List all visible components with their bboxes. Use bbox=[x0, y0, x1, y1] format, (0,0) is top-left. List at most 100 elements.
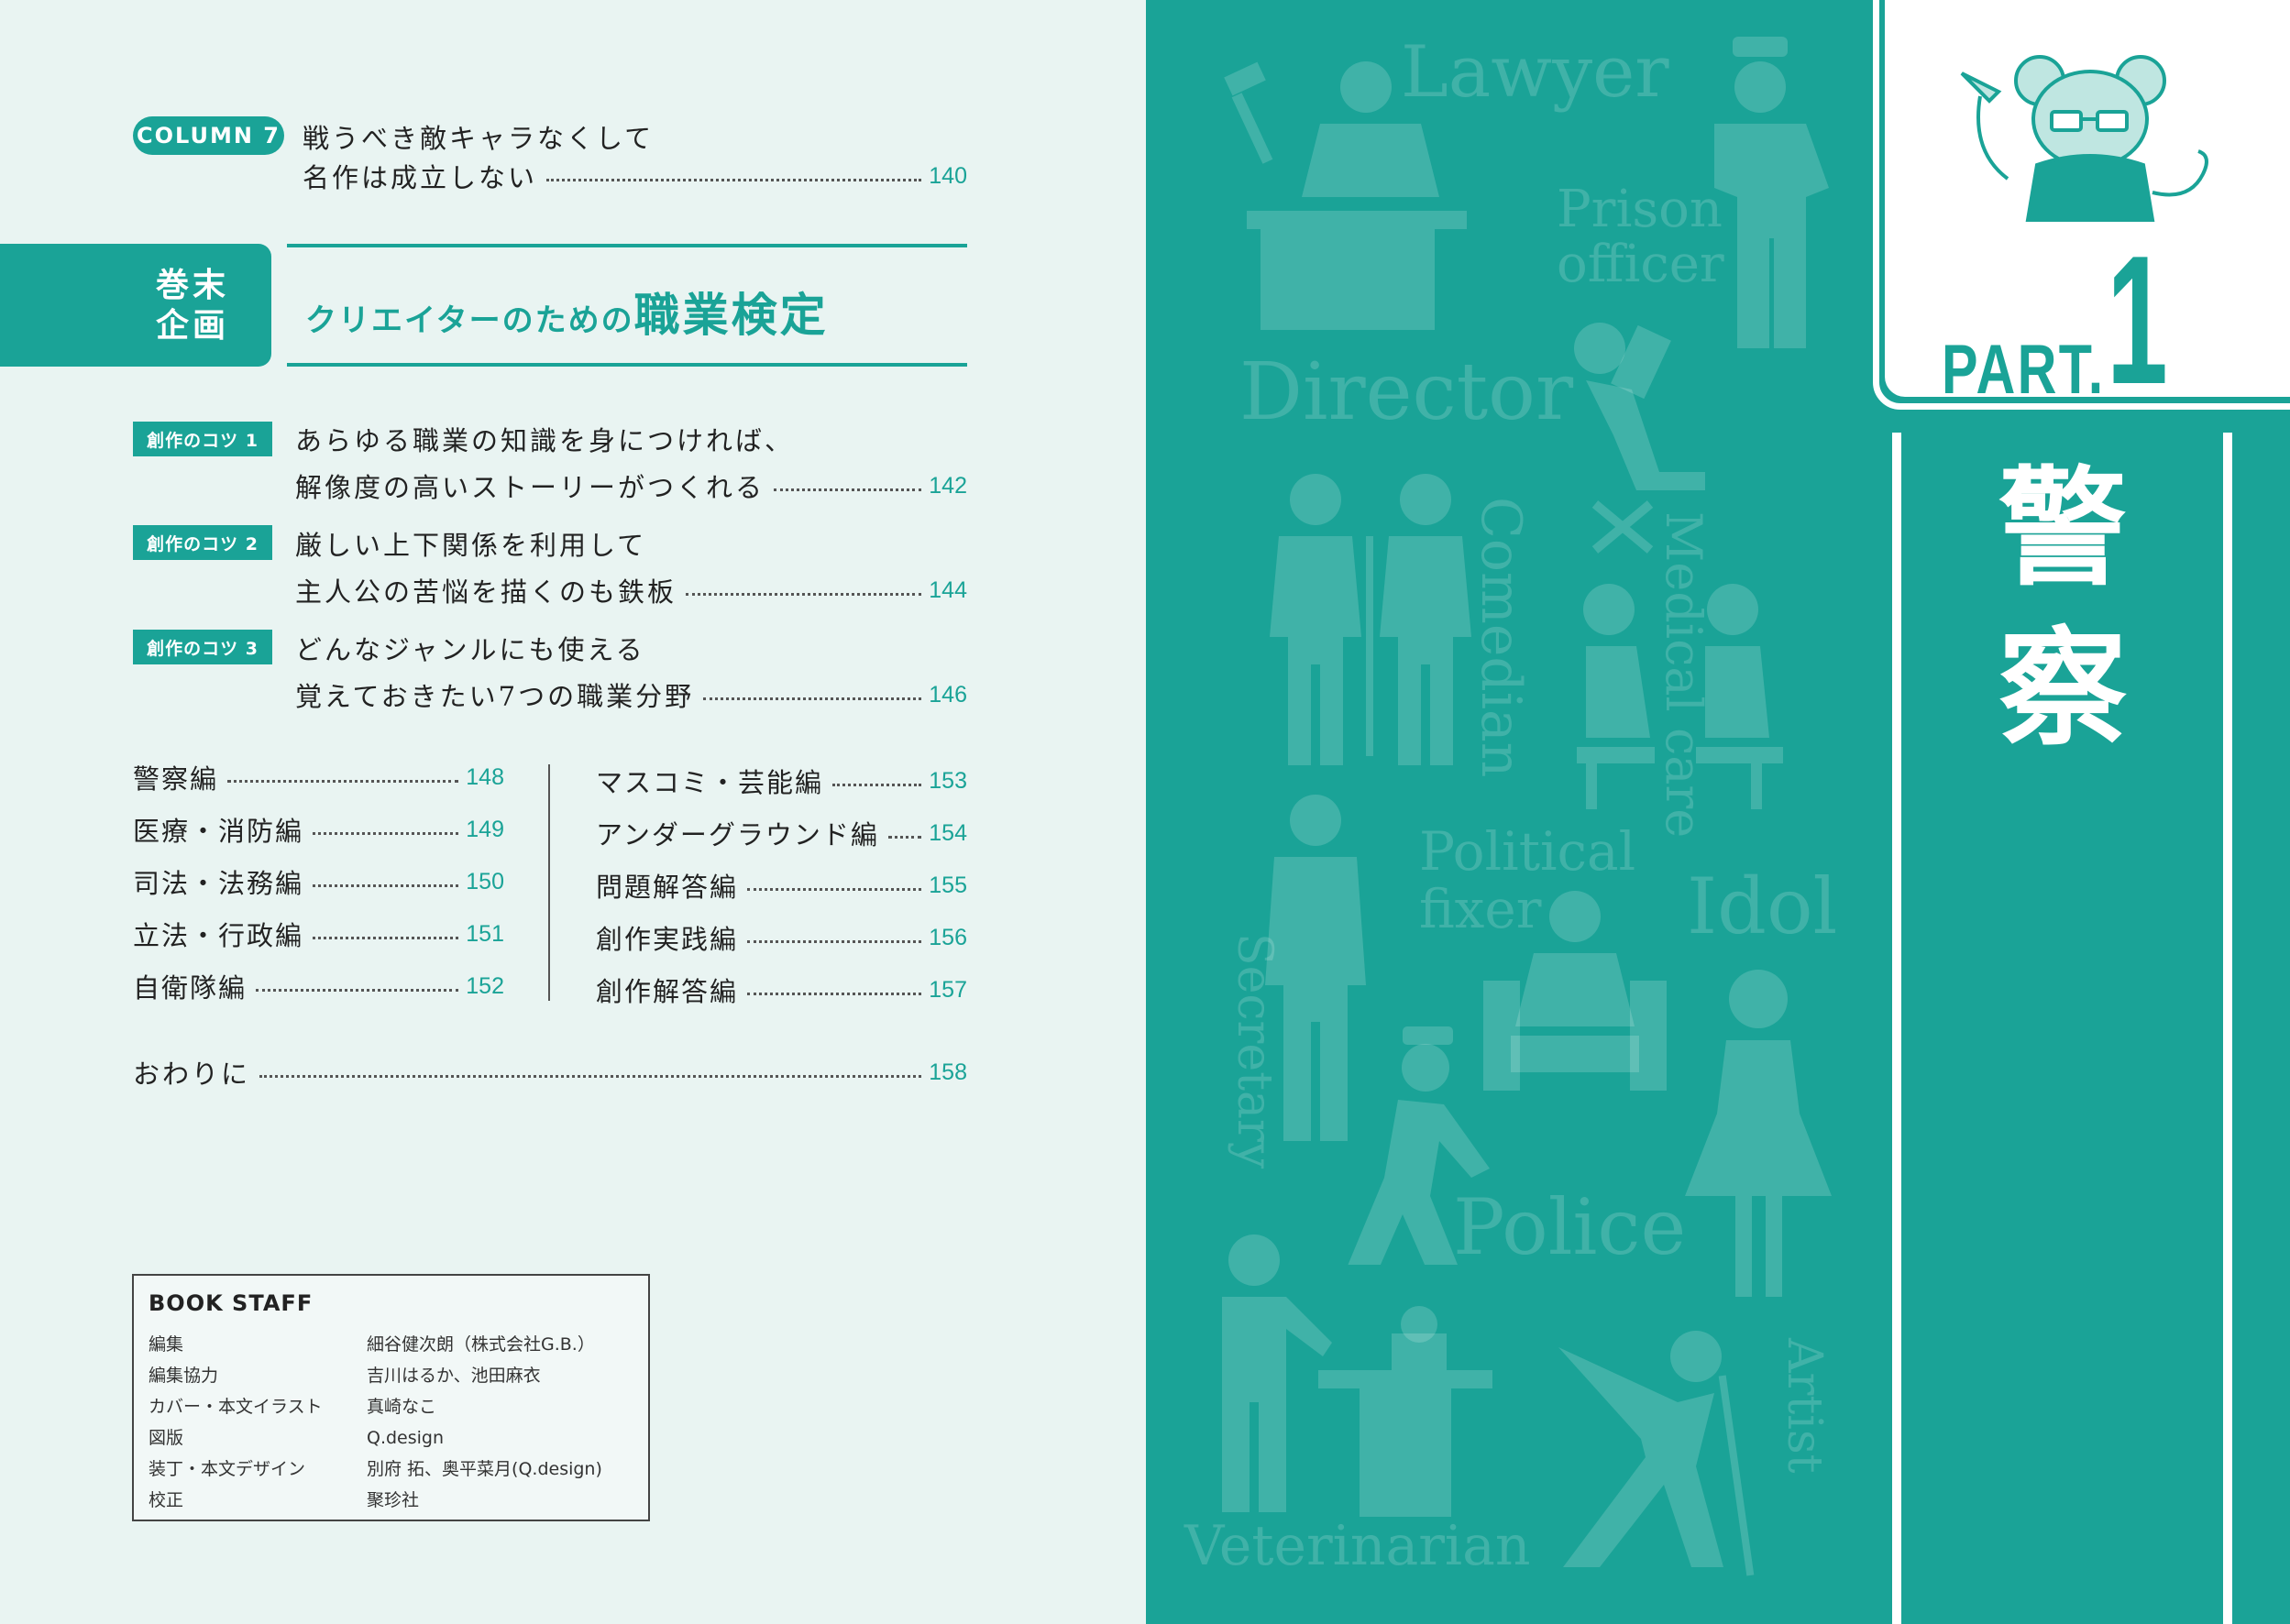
leader-dots bbox=[703, 697, 922, 700]
idol-pictogram-icon bbox=[1685, 962, 1832, 1301]
comedian-duo-pictogram-icon bbox=[1261, 472, 1481, 765]
afterword-label: おわりに bbox=[133, 1059, 251, 1090]
bg-word-director: Director bbox=[1239, 346, 1574, 438]
staff-name: 真崎なこ bbox=[367, 1397, 437, 1417]
veterinarian-pictogram-icon bbox=[1208, 1233, 1502, 1517]
staff-name: 別府 拓、奥平菜月(Q.design) bbox=[367, 1459, 602, 1479]
toc-entry-chapter[interactable]: 自衛隊編 152 bbox=[133, 968, 504, 1004]
toc-entry-afterword[interactable]: おわりに 158 bbox=[133, 1054, 967, 1091]
chapter-label: 司法・法務編 bbox=[133, 868, 304, 899]
page-number: 156 bbox=[929, 924, 967, 950]
page-number: 155 bbox=[929, 872, 967, 898]
page-number: 154 bbox=[929, 819, 967, 846]
tip-badge-1: 創作のコツ 1 bbox=[133, 422, 272, 456]
leader-dots bbox=[686, 592, 922, 596]
staff-row: 校正 聚珍社 bbox=[149, 1487, 419, 1511]
appendix-label-line2: 企画 bbox=[155, 307, 229, 345]
staff-name: 聚珍社 bbox=[367, 1490, 420, 1510]
leader-dots bbox=[313, 883, 459, 887]
tip-2-line2: 主人公の苦悩を描くのも鉄板 bbox=[295, 576, 677, 608]
tip-2-line1: 厳しい上下関係を利用して bbox=[295, 530, 647, 561]
chapter-label: 創作実践編 bbox=[596, 924, 739, 955]
page-number: 158 bbox=[929, 1059, 967, 1085]
toc-entry-column7[interactable]: 名作は成立しない 140 bbox=[303, 158, 967, 194]
staff-role: カバー・本文イラスト bbox=[149, 1397, 323, 1417]
part-title: 警 察 bbox=[1989, 449, 2136, 770]
staff-name: 細谷健次朗（株式会社G.B.） bbox=[367, 1334, 595, 1355]
page-number: 140 bbox=[929, 162, 967, 189]
chapter-label: 問題解答編 bbox=[596, 872, 739, 903]
staff-row: 編集協力 吉川はるか、池田麻衣 bbox=[149, 1362, 541, 1387]
appendix-label-line1: 巻末 bbox=[155, 267, 229, 304]
page-number: 142 bbox=[929, 472, 967, 499]
page-number: 151 bbox=[466, 920, 504, 947]
page-number: 148 bbox=[466, 763, 504, 790]
chapter-label: 自衛隊編 bbox=[133, 972, 248, 1004]
page-number: 152 bbox=[466, 972, 504, 999]
page-number: 153 bbox=[929, 767, 967, 794]
part-title-char: 察 bbox=[1998, 614, 2127, 764]
column-title-line2: 名作は成立しない bbox=[303, 162, 538, 193]
title-stripe-left bbox=[1892, 433, 1901, 1624]
tip-1-line2: 解像度の高いストーリーがつくれる bbox=[295, 472, 765, 503]
toc-entry-chapter[interactable]: アンダーグラウンド編 154 bbox=[596, 815, 967, 851]
page-number: 157 bbox=[929, 976, 967, 1003]
political-fixer-pictogram-icon bbox=[1483, 889, 1667, 1100]
bg-word-political: Political bbox=[1419, 820, 1636, 883]
column-divider bbox=[548, 764, 550, 1001]
page-number: 144 bbox=[929, 576, 967, 603]
column-badge: COLUMN 7 bbox=[133, 116, 284, 155]
staff-name: Q.design bbox=[367, 1428, 445, 1448]
leader-dots bbox=[313, 831, 459, 835]
tip-1-line1: あらゆる職業の知識を身につければ、 bbox=[295, 425, 795, 456]
chapter-label: マスコミ・芸能編 bbox=[596, 767, 824, 798]
leader-dots bbox=[887, 835, 922, 839]
toc-entry-chapter[interactable]: 司法・法務編 150 bbox=[133, 863, 504, 900]
staff-role: 装丁・本文デザイン bbox=[149, 1459, 306, 1479]
tip-3-line1: どんなジャンルにも使える bbox=[295, 634, 645, 665]
appendix-title-prefix: クリエイターのための bbox=[305, 302, 634, 339]
appendix-title-main: 職業検定 bbox=[633, 289, 829, 342]
title-stripe-right bbox=[2223, 433, 2232, 1624]
leader-dots bbox=[774, 488, 922, 491]
director-pictogram-icon bbox=[1558, 321, 1723, 559]
book-staff-title: BOOK STAFF bbox=[149, 1290, 314, 1316]
toc-entry-chapter[interactable]: マスコミ・芸能編 153 bbox=[596, 763, 967, 799]
toc-entry-chapter[interactable]: 警察編 148 bbox=[133, 759, 504, 796]
toc-entry-chapter[interactable]: 問題解答編 155 bbox=[596, 867, 967, 904]
page-number: 149 bbox=[466, 816, 504, 842]
toc-entry-tip-2[interactable]: 主人公の苦悩を描くのも鉄板 144 bbox=[295, 572, 967, 609]
chapter-label: 医療・消防編 bbox=[133, 816, 304, 847]
page-number: 150 bbox=[466, 868, 504, 894]
leader-dots bbox=[546, 178, 922, 181]
toc-entry-chapter[interactable]: 創作実践編 156 bbox=[596, 919, 967, 956]
chapter-label: 立法・行政編 bbox=[133, 920, 304, 951]
chapter-label: 警察編 bbox=[133, 763, 219, 795]
column-title-line1: 戦うべき敵キャラなくして bbox=[303, 123, 655, 154]
toc-entry-chapter[interactable]: 創作解答編 157 bbox=[596, 971, 967, 1008]
staff-name: 吉川はるか、池田麻衣 bbox=[367, 1366, 541, 1386]
chapter-label: 創作解答編 bbox=[596, 976, 739, 1007]
artist-pictogram-icon bbox=[1558, 1320, 1797, 1586]
page-number: 146 bbox=[929, 681, 967, 708]
leader-dots bbox=[747, 887, 922, 891]
staff-row: カバー・本文イラスト 真崎なこ bbox=[149, 1393, 436, 1418]
tip-badge-2: 創作のコツ 2 bbox=[133, 525, 272, 560]
leader-dots bbox=[227, 779, 459, 783]
appendix-rule-top bbox=[287, 244, 967, 247]
toc-entry-tip-1[interactable]: 解像度の高いストーリーがつくれる 142 bbox=[295, 467, 967, 504]
tip-badge-3: 創作のコツ 3 bbox=[133, 630, 272, 664]
toc-entry-chapter[interactable]: 医療・消防編 149 bbox=[133, 811, 504, 848]
book-staff-box: BOOK STAFF 編集 細谷健次朗（株式会社G.B.） 編集協力 吉川はるか、池… bbox=[132, 1274, 650, 1521]
toc-entry-chapter[interactable]: 立法・行政編 151 bbox=[133, 916, 504, 952]
police-pictogram-icon bbox=[1320, 1026, 1503, 1265]
bg-word-veterinarian: Veterinarian bbox=[1184, 1514, 1531, 1578]
toc-entry-tip-3[interactable]: 覚えておきたい7つの職業分野 146 bbox=[295, 676, 967, 713]
staff-role: 校正 bbox=[149, 1490, 184, 1510]
leader-dots bbox=[832, 783, 922, 786]
appendix-rule-bottom bbox=[287, 363, 967, 367]
staff-row: 装丁・本文デザイン 別府 拓、奥平菜月(Q.design) bbox=[149, 1455, 602, 1480]
appendix-title[interactable]: クリエイターのための職業検定 bbox=[305, 279, 829, 345]
staff-role: 編集 bbox=[149, 1334, 184, 1355]
leader-dots bbox=[747, 939, 922, 943]
